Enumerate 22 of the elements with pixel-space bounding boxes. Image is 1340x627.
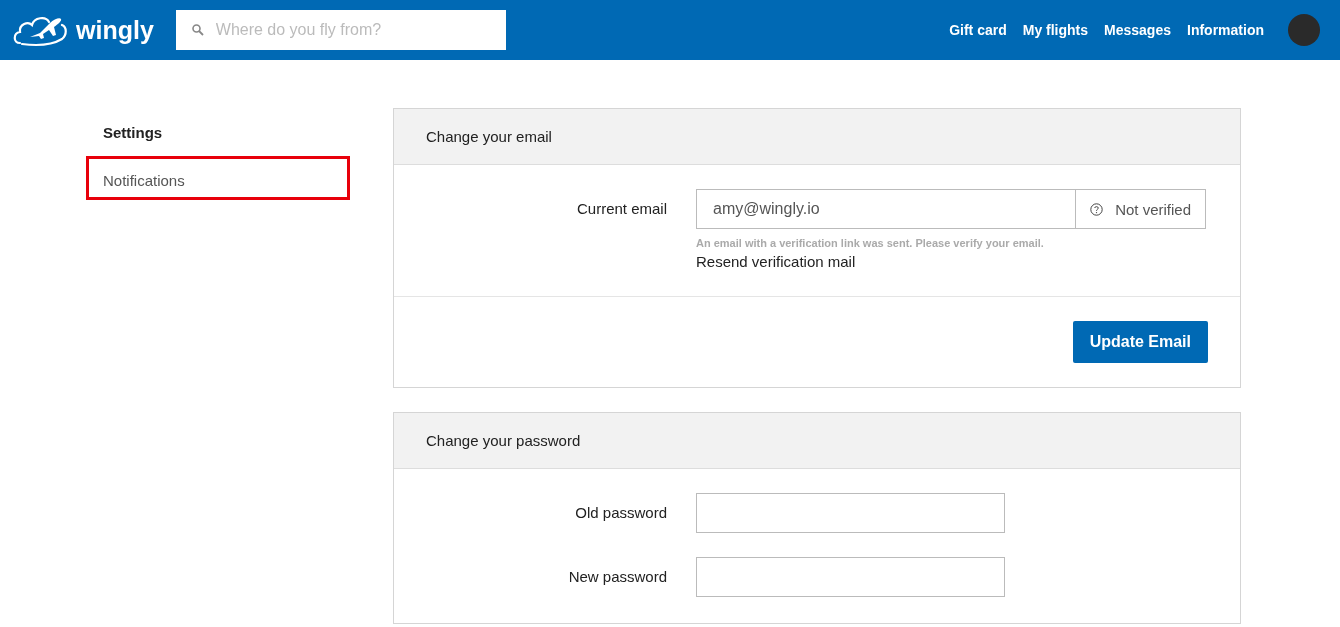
password-field[interactable] [696,557,1005,597]
nav-link[interactable]: My flights [1022,22,1089,38]
avatar[interactable] [1288,14,1320,46]
card-title: Change your email [426,128,552,145]
password-field[interactable] [696,493,1005,533]
nav-link[interactable]: Messages [1104,22,1171,38]
search-field[interactable]: Where do you fly from? [175,10,506,50]
nav-link[interactable]: Gift card [949,22,1007,38]
sidebar-item[interactable]: Notifications [86,156,350,200]
nav-link[interactable]: Information [1187,22,1264,38]
hint-text: An email with a verification link was sent. Please verify your email. [696,237,1045,249]
logo-wordmark[interactable]: wingly [76,15,154,45]
question-icon [1090,202,1104,216]
email-field[interactable]: amy@wingly.io [696,189,1077,229]
sidebar-item[interactable]: Settings [86,108,350,152]
update-email-button[interactable]: Update Email [1072,321,1208,363]
field-label: New password [567,567,668,587]
verification-status: Not verified [1076,189,1206,229]
card-title: Change your password [426,432,581,449]
resend-link[interactable]: Resend verification mail [696,253,1206,270]
field-label: Old password [574,503,668,523]
field-label: Current email [575,199,668,219]
